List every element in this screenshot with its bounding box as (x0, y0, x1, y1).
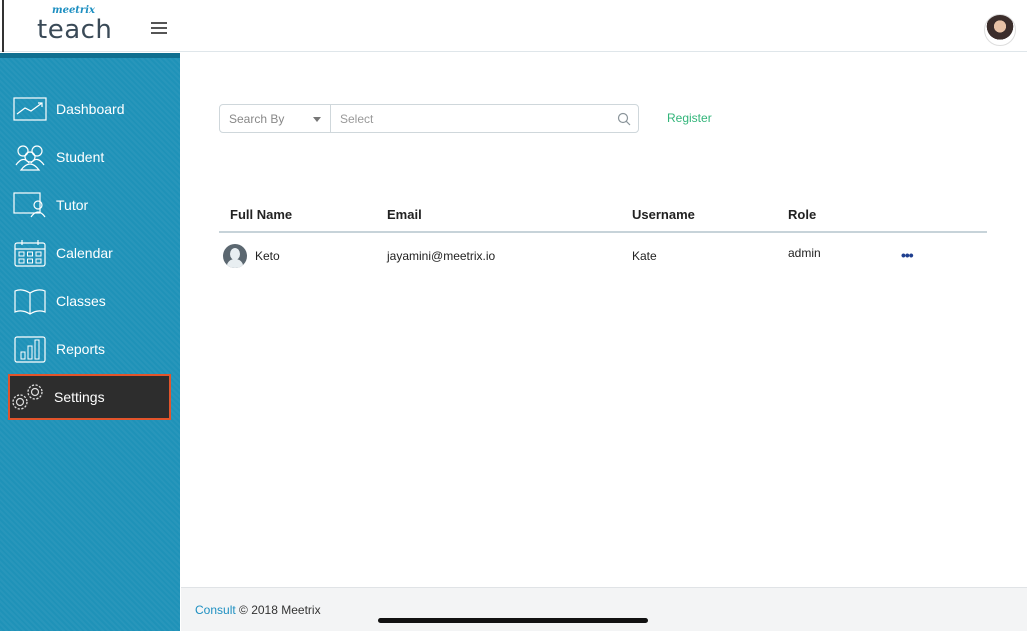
table-row[interactable]: Keto jayamini@meetrix.io Kate admin ••• (219, 233, 987, 281)
sidebar-item-dashboard[interactable]: Dashboard (8, 86, 171, 132)
logo-brand: teach (37, 15, 113, 45)
sidebar-item-label: Tutor (56, 197, 89, 213)
user-avatar[interactable] (984, 14, 1016, 46)
user-avatar-icon (223, 244, 247, 268)
copyright-text: © 2018 Meetrix (239, 603, 321, 617)
search-by-dropdown[interactable]: Search By (220, 105, 331, 132)
column-header-email[interactable]: Email (387, 207, 422, 222)
search-icon[interactable] (610, 105, 638, 132)
sidebar-item-classes[interactable]: Classes (8, 278, 171, 324)
chart-line-icon (12, 95, 48, 123)
sidebar-item-label: Student (56, 149, 105, 165)
sidebar-item-tutor[interactable]: Tutor (8, 182, 171, 228)
caret-down-icon (313, 117, 321, 122)
sidebar: Dashboard Student Tutor Calendar Classes… (0, 53, 180, 631)
column-header-role[interactable]: Role (788, 207, 816, 222)
cell-email: jayamini@meetrix.io (387, 249, 496, 263)
users-table: Full Name Email Username Role Keto jayam… (219, 203, 987, 281)
search-input[interactable] (331, 105, 610, 132)
main-content: Search By Register Full Name Email Usern… (181, 53, 1027, 587)
footer-text: Consult © 2018 Meetrix (195, 603, 321, 617)
menu-icon[interactable] (151, 22, 167, 34)
footer: Consult © 2018 Meetrix (181, 587, 1027, 631)
sidebar-item-label: Dashboard (56, 101, 125, 117)
sidebar-item-label: Reports (56, 341, 106, 357)
sidebar-item-label: Calendar (56, 245, 113, 261)
consult-link[interactable]: Consult (195, 603, 236, 617)
column-header-username[interactable]: Username (632, 207, 695, 222)
users-icon (12, 143, 48, 171)
more-actions-icon[interactable]: ••• (901, 247, 914, 263)
gears-icon (10, 383, 46, 411)
cell-full-name: Keto (255, 249, 280, 263)
search-by-label: Search By (229, 111, 285, 126)
cell-username: Kate (632, 249, 657, 263)
book-open-icon (12, 287, 48, 315)
column-header-full-name[interactable]: Full Name (230, 207, 292, 222)
sidebar-item-settings[interactable]: Settings (8, 374, 171, 420)
search-bar: Search By (219, 104, 639, 133)
calendar-icon (12, 239, 48, 267)
home-indicator (378, 618, 648, 623)
sidebar-item-reports[interactable]: Reports (8, 326, 171, 372)
app-logo[interactable]: meetrix teach (2, 0, 180, 52)
register-link[interactable]: Register (667, 111, 712, 125)
cell-role: admin (788, 246, 821, 260)
table-header: Full Name Email Username Role (219, 203, 987, 233)
bar-chart-icon (12, 335, 48, 363)
sidebar-item-calendar[interactable]: Calendar (8, 230, 171, 276)
tutor-board-icon (12, 191, 48, 219)
sidebar-item-student[interactable]: Student (8, 134, 171, 180)
sidebar-item-label: Settings (54, 389, 105, 405)
sidebar-item-label: Classes (56, 293, 106, 309)
top-header: meetrix teach (0, 0, 1027, 52)
